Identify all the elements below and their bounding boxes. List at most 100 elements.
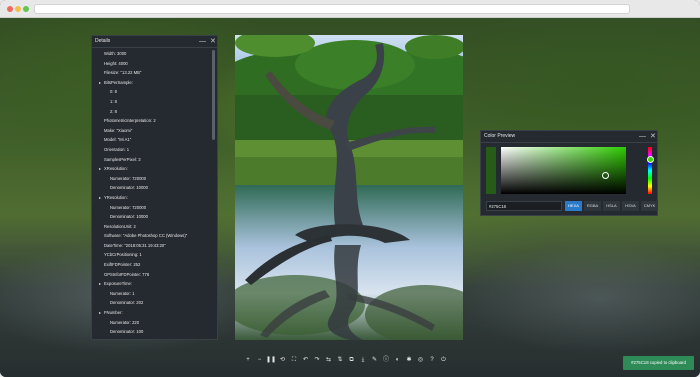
- metadata-list: Width: 3000 Height: 4000 Filesize: "13.22 …: [92, 49, 210, 337]
- metadata-text: XResolution:: [104, 166, 128, 172]
- metadata-text: Orientation: 1: [104, 146, 130, 152]
- saturation-value-picker[interactable]: [501, 147, 626, 194]
- metadata-text: Denominator: 10000: [110, 185, 148, 191]
- power-icon[interactable]: ⏻: [439, 354, 449, 366]
- metadata-row: Numerator: 720000: [92, 174, 210, 184]
- maximize-window-icon[interactable]: [23, 6, 29, 12]
- close-window-icon[interactable]: [7, 6, 13, 12]
- minimize-icon[interactable]: —: [199, 37, 206, 46]
- metadata-row: Software: "Adobe Photoshop CC (Windows)": [92, 231, 210, 241]
- format-button-rgba[interactable]: RGBA: [584, 201, 601, 211]
- close-icon[interactable]: ✕: [650, 132, 656, 141]
- metadata-row: GPSInfoIFDPointer: 776: [92, 270, 210, 280]
- eyedropper-icon[interactable]: ✎: [370, 354, 380, 366]
- metadata-text: DateTime: "2018:05:31 19:43:20": [104, 242, 166, 248]
- metadata-row: Denominator: 10000: [92, 212, 210, 222]
- metadata-text: Filesize: "13.22 MB": [104, 70, 142, 76]
- hue-slider[interactable]: [648, 147, 652, 194]
- metadata-row: Numerator: 1: [92, 289, 210, 299]
- metadata-text: 0: 8: [110, 89, 117, 95]
- metadata-row: Make: "Xiaomi": [92, 126, 210, 136]
- metadata-group[interactable]: ▸ FNumber:: [92, 308, 210, 318]
- close-icon[interactable]: ✕: [210, 37, 216, 46]
- metadata-row: DateTime: "2018:05:31 19:43:20": [92, 241, 210, 251]
- copied-toast: #275C18 copied to clipboard: [623, 356, 694, 370]
- metadata-row: Model: "Mi A1": [92, 135, 210, 145]
- metadata-row: ExifIFDPointer: 252: [92, 260, 210, 270]
- metadata-text: GPSInfoIFDPointer: 776: [104, 271, 150, 277]
- hex-input[interactable]: #275C18: [486, 201, 562, 211]
- metadata-text: BitsPerSample:: [104, 79, 133, 85]
- metadata-row: Numerator: 720000: [92, 203, 210, 213]
- format-button-hexa[interactable]: HEXA: [565, 201, 582, 211]
- metadata-row: SamplesPerPixel: 3: [92, 155, 210, 165]
- globe-icon[interactable]: ◎: [416, 354, 426, 366]
- tree-photo: [235, 35, 463, 340]
- details-title: Details: [95, 38, 111, 44]
- metadata-text: SamplesPerPixel: 3: [104, 156, 141, 162]
- metadata-row: 1: 8: [92, 97, 210, 107]
- metadata-text: FNumber:: [104, 310, 123, 316]
- undo-icon[interactable]: ↶: [301, 354, 311, 366]
- details-panel: Details — ✕ Width: 3000 Height: 4000 Files…: [91, 35, 218, 340]
- browser-window: Details — ✕ Width: 3000 Height: 4000 Files…: [0, 0, 700, 377]
- metadata-row: 2: 8: [92, 107, 210, 117]
- reset-icon[interactable]: ⟲: [278, 354, 288, 366]
- hue-slider-handle[interactable]: [647, 156, 654, 163]
- color-swatch: [486, 147, 496, 194]
- metadata-text: Numerator: 1: [110, 290, 135, 296]
- metadata-text: 1: 8: [110, 98, 117, 104]
- metadata-text: Denominator: 100: [110, 329, 144, 335]
- metadata-row: ResolutionUnit: 2: [92, 222, 210, 232]
- zoom-out-icon[interactable]: −: [255, 354, 265, 366]
- metadata-text: Model: "Mi A1": [104, 137, 132, 143]
- zoom-in-icon[interactable]: +: [243, 354, 253, 366]
- metadata-group[interactable]: ▸ ExposureTime:: [92, 279, 210, 289]
- metadata-text: ExposureTime:: [104, 281, 133, 287]
- metadata-group[interactable]: ▸ XResolution:: [92, 164, 210, 174]
- pause-icon[interactable]: ❚❚: [266, 354, 276, 366]
- format-button-cmyk[interactable]: CMYK: [641, 201, 658, 211]
- metadata-group[interactable]: ▸ YResolution:: [92, 193, 210, 203]
- metadata-text: Make: "Xiaomi": [104, 127, 133, 133]
- metadata-group[interactable]: ▸ BitsPerSample:: [92, 78, 210, 88]
- address-bar[interactable]: [34, 4, 630, 14]
- metadata-text: 2: 8: [110, 108, 117, 114]
- info-icon[interactable]: ⓘ: [381, 354, 391, 366]
- flip-vertical-icon[interactable]: ⇅: [335, 354, 345, 366]
- metadata-row: Denominator: 10000: [92, 183, 210, 193]
- settings-icon[interactable]: ✱: [404, 354, 414, 366]
- metadata-row: YCbCrPositioning: 1: [92, 250, 210, 260]
- color-preview-header[interactable]: Color Preview — ✕: [481, 131, 657, 143]
- crop-icon[interactable]: ⧉: [347, 354, 357, 366]
- palette-icon[interactable]: ◐: [393, 354, 403, 366]
- redo-icon[interactable]: ↷: [312, 354, 322, 366]
- scrollbar-thumb[interactable]: [212, 50, 215, 140]
- metadata-row: Denominator: 202: [92, 298, 210, 308]
- metadata-row: Orientation: 1: [92, 145, 210, 155]
- metadata-text: YResolution:: [104, 194, 128, 200]
- image-toolbar: + − ❚❚ ⟲ ⛶ ↶ ↷ ⇆ ⇅ ⧉ ⤓ ✎ ⓘ ◐ ✱ ◎? ⏻: [243, 354, 453, 366]
- format-button-hsla[interactable]: HSLA: [603, 201, 620, 211]
- metadata-row: Numerator: 220: [92, 318, 210, 328]
- flip-horizontal-icon[interactable]: ⇆: [324, 354, 334, 366]
- fullscreen-icon[interactable]: ⛶: [289, 354, 299, 366]
- metadata-text: Numerator: 720000: [110, 175, 147, 181]
- minimize-icon[interactable]: —: [639, 132, 646, 141]
- metadata-text: PhotometricInterpretation: 2: [104, 118, 156, 124]
- metadata-row: Filesize: "13.22 MB": [92, 68, 210, 78]
- color-preview-title: Color Preview: [484, 133, 516, 139]
- metadata-row: 0: 8: [92, 87, 210, 97]
- blurred-background: Details — ✕ Width: 3000 Height: 4000 Files…: [0, 18, 700, 377]
- format-button-hsva[interactable]: HSVA: [622, 201, 639, 211]
- details-header[interactable]: Details — ✕: [92, 36, 217, 48]
- metadata-row: PhotometricInterpretation: 2: [92, 116, 210, 126]
- help-icon[interactable]: ?: [427, 354, 437, 366]
- metadata-row: Width: 3000: [92, 49, 210, 59]
- metadata-text: Denominator: 10000: [110, 214, 148, 220]
- picker-cursor[interactable]: [602, 172, 609, 179]
- download-icon[interactable]: ⤓: [358, 354, 368, 366]
- main-image[interactable]: [235, 35, 463, 340]
- minimize-window-icon[interactable]: [15, 6, 21, 12]
- metadata-text: Numerator: 220: [110, 319, 140, 325]
